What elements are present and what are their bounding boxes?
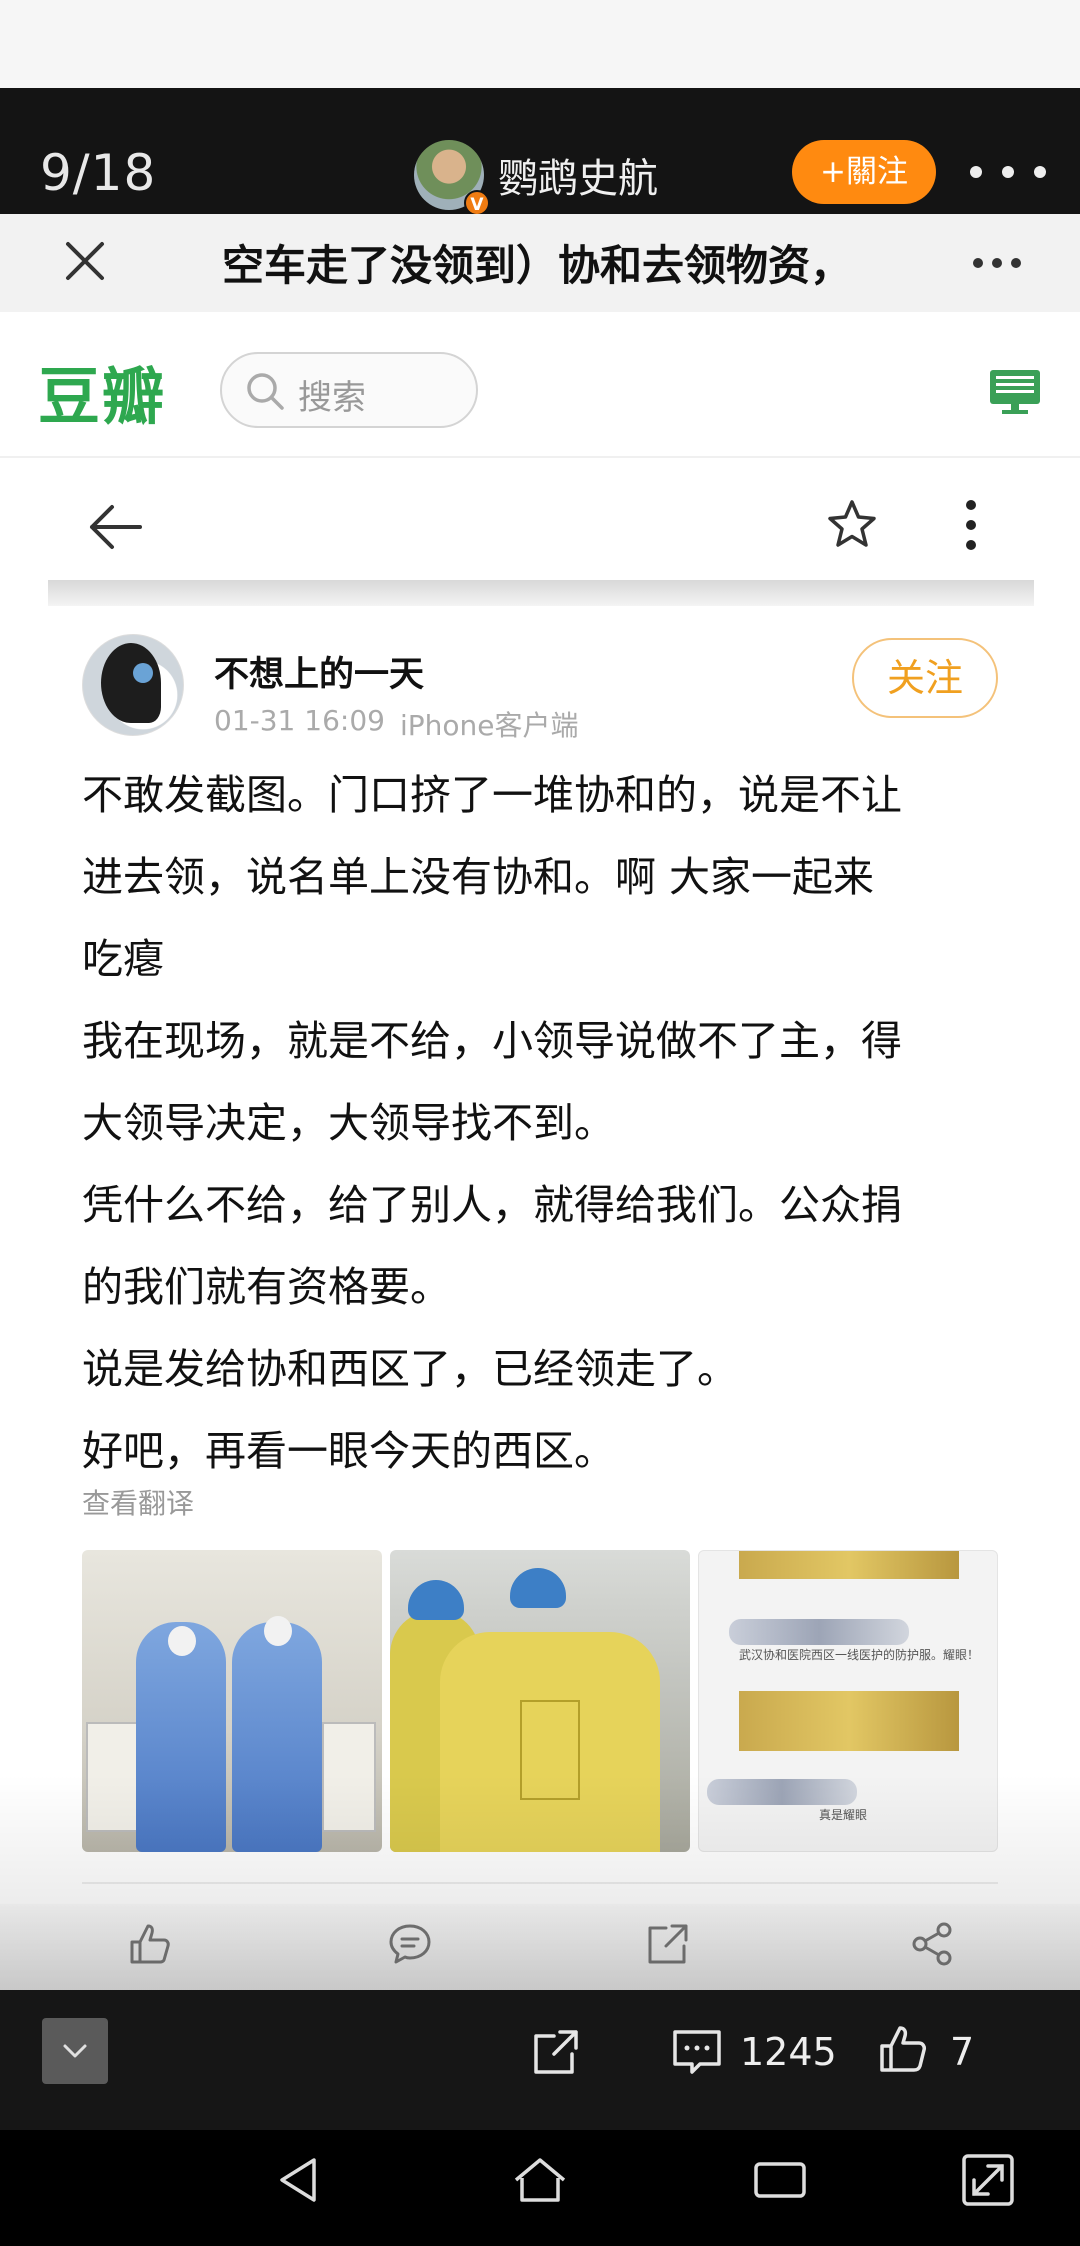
follow-user-button[interactable]: 关注 bbox=[852, 638, 998, 718]
more-icon[interactable] bbox=[970, 152, 1046, 192]
post-screenshot: 空车走了没领到）协和去领物资， 豆瓣 搜索 不想上的一天 01-31 16:09… bbox=[0, 214, 1080, 1990]
douban-header: 豆瓣 搜索 bbox=[0, 312, 1080, 458]
post-line: 进去领，说名单上没有协和。啊 大家一起来 bbox=[82, 853, 875, 901]
image-counter: 9/18 bbox=[40, 144, 157, 202]
user-avatar[interactable] bbox=[82, 634, 184, 736]
like-count: 7 bbox=[950, 2030, 975, 2074]
user-name[interactable]: 不想上的一天 bbox=[214, 646, 424, 697]
home-icon[interactable] bbox=[510, 2150, 570, 2210]
follow-button[interactable]: +關注 bbox=[792, 140, 936, 204]
verified-badge: V bbox=[464, 190, 490, 216]
kebab-menu-icon[interactable] bbox=[966, 500, 978, 550]
post-line: 大领导决定，大领导找不到。 bbox=[82, 1099, 615, 1147]
system-nav-bar bbox=[0, 2130, 1080, 2246]
post-line: 好吧，再看一眼今天的西区。 bbox=[82, 1427, 615, 1475]
star-icon[interactable] bbox=[826, 498, 878, 550]
divider bbox=[48, 580, 1034, 606]
post-time: 01-31 16:09 bbox=[214, 704, 385, 737]
post-client: iPhone客户端 bbox=[400, 709, 579, 742]
thumbs-up-icon[interactable] bbox=[876, 2022, 930, 2076]
rotate-screen-icon[interactable] bbox=[958, 2150, 1018, 2210]
photo-caption: 武汉协和医院西区一线医护的防护服。耀眼！ bbox=[739, 1648, 980, 1662]
post-line: 凭什么不给，给了别人，就得给我们。公众捐 bbox=[82, 1181, 902, 1229]
post-line: 我在现场，就是不给，小领导说做不了主，得 bbox=[82, 1017, 902, 1065]
back-triangle-icon[interactable] bbox=[270, 2150, 330, 2210]
search-placeholder: 搜索 bbox=[298, 378, 366, 418]
share-out-icon[interactable] bbox=[530, 2026, 582, 2078]
desktop-icon[interactable] bbox=[988, 368, 1042, 416]
chevron-down-icon bbox=[63, 2044, 87, 2058]
like-icon[interactable] bbox=[126, 1920, 174, 1968]
comment-count: 1245 bbox=[740, 2030, 837, 2074]
share-icon[interactable] bbox=[908, 1920, 956, 1968]
viewer-top-bar: 9/18 V 鹦鹉史航 +關注 bbox=[0, 88, 1080, 216]
photo-caption-2: 真是耀眼 bbox=[819, 1808, 868, 1822]
post-action-bar bbox=[0, 1904, 1080, 1990]
recents-icon[interactable] bbox=[750, 2150, 810, 2210]
translate-link[interactable]: 查看翻译 bbox=[82, 1482, 194, 1522]
more-icon[interactable] bbox=[973, 258, 1021, 270]
post-toolbar bbox=[0, 458, 1080, 598]
search-input[interactable]: 搜索 bbox=[220, 352, 478, 428]
collapse-button[interactable] bbox=[42, 2018, 108, 2084]
status-strip bbox=[0, 0, 1080, 88]
comment-icon[interactable] bbox=[386, 1920, 434, 1968]
divider bbox=[82, 1882, 998, 1884]
back-arrow-icon[interactable] bbox=[88, 502, 144, 552]
post-line: 的我们就有资格要。 bbox=[82, 1263, 451, 1311]
webview-nav-bar: 空车走了没领到）协和去领物资， bbox=[0, 214, 1080, 312]
douban-logo[interactable]: 豆瓣 bbox=[38, 346, 166, 436]
post-line: 说是发给协和西区了，已经领走了。 bbox=[82, 1345, 738, 1393]
search-icon bbox=[247, 373, 284, 410]
viewer-author[interactable]: V 鹦鹉史航 bbox=[414, 140, 658, 216]
comment-icon[interactable] bbox=[670, 2026, 724, 2078]
post-photo-1[interactable] bbox=[82, 1550, 382, 1852]
page-title: 空车走了没领到）协和去领物资， bbox=[222, 241, 853, 290]
avatar[interactable]: V bbox=[414, 140, 490, 216]
post-line: 吃瘪 bbox=[82, 935, 164, 983]
close-icon[interactable] bbox=[62, 238, 108, 284]
post-photo-2[interactable] bbox=[390, 1550, 690, 1852]
post-body: 不敢发截图。门口挤了一堆协和的，说是不让 进去领，说名单上没有协和。啊 大家一起… bbox=[82, 754, 1012, 1492]
viewer-bottom-bar: 1245 7 bbox=[0, 1990, 1080, 2130]
post-line: 不敢发截图。门口挤了一堆协和的，说是不让 bbox=[82, 771, 902, 819]
post-photo-3[interactable]: 武汉协和医院西区一线医护的防护服。耀眼！ 真是耀眼 bbox=[698, 1550, 998, 1852]
author-name[interactable]: 鹦鹉史航 bbox=[498, 146, 658, 204]
repost-icon[interactable] bbox=[644, 1920, 692, 1968]
